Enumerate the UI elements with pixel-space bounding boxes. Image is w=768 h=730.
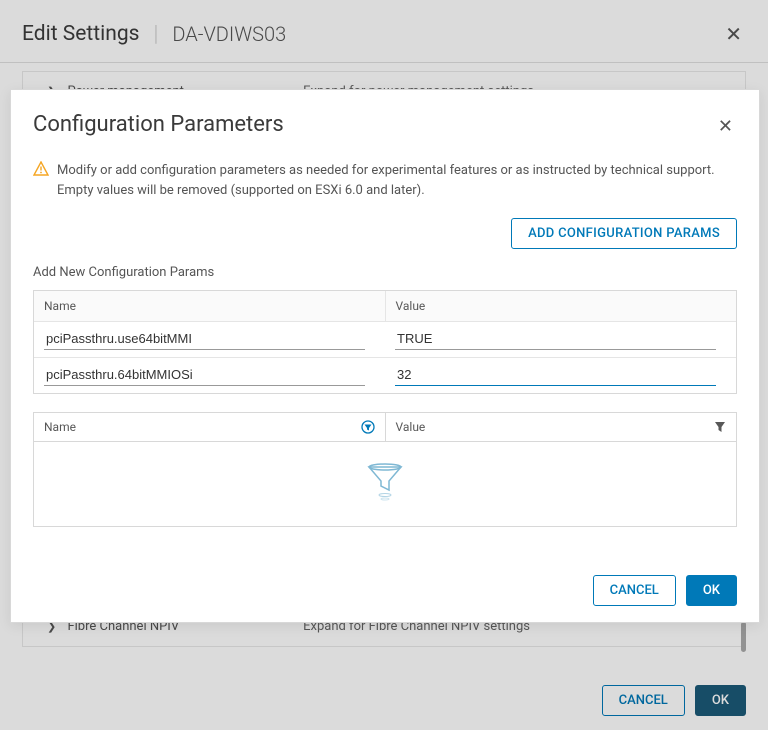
param-row xyxy=(34,358,736,393)
warning-icon xyxy=(33,161,49,200)
param-value-input[interactable] xyxy=(395,365,716,386)
modal-body: Modify or add configuration parameters a… xyxy=(11,147,759,563)
close-icon[interactable]: ✕ xyxy=(714,112,737,141)
filter-name-header[interactable]: Name xyxy=(34,413,386,441)
param-name-input[interactable] xyxy=(44,329,365,350)
params-table-header: Name Value xyxy=(34,291,736,322)
warning-message: Modify or add configuration parameters a… xyxy=(33,161,737,200)
value-column-header: Value xyxy=(386,291,737,321)
filter-icon[interactable] xyxy=(361,420,375,434)
filter-value-label: Value xyxy=(396,420,426,434)
funnel-icon xyxy=(365,462,405,506)
filter-header: Name Value xyxy=(34,413,736,442)
empty-state xyxy=(34,442,736,526)
configuration-parameters-modal: Configuration Parameters ✕ Modify or add… xyxy=(10,89,760,623)
existing-params-table: Name Value xyxy=(33,412,737,527)
filter-icon[interactable] xyxy=(714,421,726,433)
filter-value-header[interactable]: Value xyxy=(386,413,737,441)
param-name-input[interactable] xyxy=(44,365,365,386)
modal-header: Configuration Parameters ✕ xyxy=(11,90,759,147)
warning-text: Modify or add configuration parameters a… xyxy=(57,161,737,200)
add-configuration-params-button[interactable]: ADD CONFIGURATION PARAMS xyxy=(511,218,737,249)
filter-name-label: Name xyxy=(44,420,76,434)
modal-title: Configuration Parameters xyxy=(33,112,284,137)
param-row xyxy=(34,322,736,358)
name-column-header: Name xyxy=(34,291,386,321)
param-value-input[interactable] xyxy=(395,329,716,350)
cancel-button[interactable]: CANCEL xyxy=(593,575,676,606)
section-label: Add New Configuration Params xyxy=(33,265,737,280)
ok-button[interactable]: OK xyxy=(686,575,737,606)
new-params-table: Name Value xyxy=(33,290,737,394)
modal-footer: CANCEL OK xyxy=(11,563,759,622)
